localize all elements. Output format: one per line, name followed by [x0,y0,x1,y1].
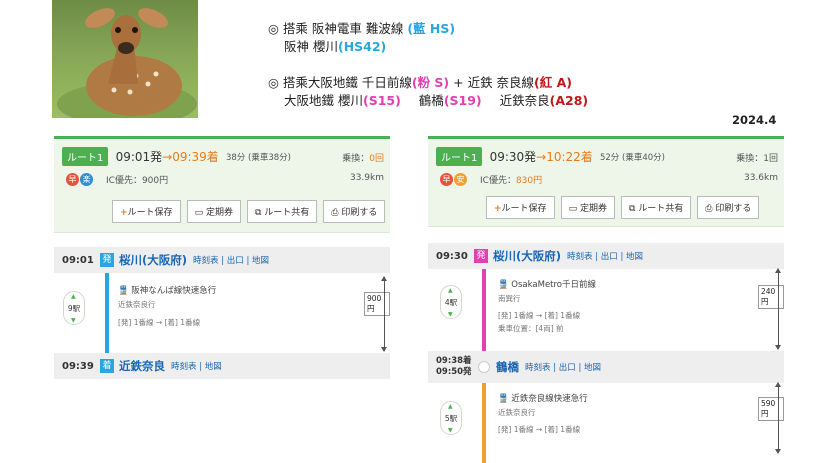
segment-fare: 590円 [758,397,784,421]
stops-count-toggle[interactable]: 4駅 [440,274,462,332]
print-button[interactable]: ⎙ 印刷する [323,200,386,223]
fare-range-marker [775,382,781,454]
station-links[interactable]: 時刻表 | 地図 [171,360,222,372]
station-start: 09:01 発 桜川(大阪府) 時刻表 | 出口 | 地図 [54,247,390,273]
station-time: 09:01 [62,254,94,266]
fare-text: IC優先：830円 [480,176,543,186]
note-line4-c: 近鉄奈良 [499,93,550,108]
fast-badge-icon: 早 [440,173,453,186]
note-line1-tag: (藍 HS) [407,21,456,36]
train-dest: 南巽行 [498,294,521,303]
transfer-point-icon [478,361,490,373]
depart-icon: 発 [474,249,488,263]
route-duration: 52分 (乗車40分) [599,152,665,163]
note-line2-tag: (HS42) [337,39,387,54]
note-line4-b: 鶴橋 [418,93,444,108]
line-segment-metro [482,269,486,351]
route-panel-left: ルート1 09:01発→09:39着 38分 (乗車38分) 乗換：0回 早楽 … [54,136,390,379]
fare-range-marker [775,268,781,350]
transfer-count: 乗換：0回 [342,154,384,164]
arrive-icon: 着 [100,359,114,373]
route-summary: ルート1 09:30発→10:22着 52分 (乗車40分) 乗換：1回 早安 … [428,139,784,227]
route-summary: ルート1 09:01発→09:39着 38分 (乗車38分) 乗換：0回 早楽 … [54,139,390,233]
stops-count-toggle[interactable]: 5駅 [440,390,462,448]
note-line3-tag: (粉 S) [411,75,450,90]
note-line4-c-tag: (A28) [549,93,589,108]
line-segment [105,273,109,353]
segment-fare: 240円 [758,285,784,309]
segment-fare: 900円 [364,292,390,316]
route-badges: 早安 [440,173,468,186]
train-line: 阪神なんば線快速急行 [131,286,217,296]
route-tag: ルート1 [62,147,109,166]
train-line: 近鉄奈良線快速急行 [511,394,588,404]
station-links[interactable]: 時刻表 | 出口 | 地図 [567,250,643,262]
route-badges: 早楽 [66,173,94,186]
deer-photo [52,0,198,118]
print-button[interactable]: ⎙ 印刷する [697,196,760,219]
fare-range-marker [381,276,387,352]
route-times: 09:30発→10:22着 [489,150,593,164]
platform-info: [発] 1番線 → [着] 1番線 [498,311,581,320]
station-end: 09:39 着 近鉄奈良 時刻表 | 地図 [54,353,390,379]
train-line: OsakaMetro千日前線 [511,280,597,290]
depart-icon: 発 [100,253,114,267]
share-route-button[interactable]: ⧉ ルート共有 [620,196,692,219]
segment-info: 🚆 阪神なんば線快速急行 近鉄奈良行 [発] 1番線 → [着] 1番線 [118,285,216,329]
transfer-count: 乗換：1回 [736,154,778,164]
segment-info: 🚆 OsakaMetro千日前線 南巽行 [発] 1番線 → [着] 1番線 乗… [498,279,596,335]
distance-text: 33.9km [349,173,384,183]
train-dest: 近鉄奈良行 [118,300,156,309]
note-line4-b-tag: (S19) [443,93,482,108]
station-time: 09:30 [436,250,468,262]
segment-info: 🚆 近鉄奈良線快速急行 近鉄奈良行 [発] 1番線 → [着] 1番線 [498,393,588,436]
note-line4-a-tag: (S15) [362,93,401,108]
line-segment-kintetsu [482,383,486,463]
fare-text: IC優先：900円 [106,176,169,186]
save-route-button[interactable]: +ルート保存 [486,196,555,219]
station-name-link[interactable]: 鶴橋 [496,359,519,375]
station-time: 09:39 [62,360,94,372]
note-line3-plus: + 近鉄 奈良線 [453,75,535,90]
route-actions: +ルート保存 ▭ 定期券 ⧉ ルート共有 ⎙ 印刷する [112,200,386,223]
station-times: 09:38着 09:50発 [436,356,472,377]
fast-badge-icon: 早 [66,173,79,186]
train-icon: 🚆 [498,394,509,404]
train-dest: 近鉄奈良行 [498,408,536,417]
platform-info: [発] 1番線 → [着] 1番線 [498,425,581,434]
commuter-pass-button[interactable]: ▭ 定期券 [186,200,241,223]
station-start: 09:30 発 桜川(大阪府) 時刻表 | 出口 | 地図 [428,243,784,269]
route-tag: ルート1 [436,147,483,166]
note-line2: 阪神 櫻川 [284,39,338,54]
note-line3: ◎ 搭乘大阪地鐵 千日前線 [268,75,412,90]
cheap-badge-icon: 安 [454,173,467,186]
route-panel-right: ルート1 09:30発→10:22着 52分 (乗車40分) 乗換：1回 早安 … [428,136,784,463]
commuter-pass-button[interactable]: ▭ 定期券 [560,196,615,219]
train-icon: 🚆 [118,286,129,296]
note-line4-a: 大阪地鐵 櫻川 [284,93,363,108]
save-route-button[interactable]: +ルート保存 [112,200,181,223]
year-label: 2024.4 [732,113,777,127]
station-links[interactable]: 時刻表 | 出口 | 地図 [193,254,269,266]
stops-count-toggle[interactable]: 9駅 [63,280,85,338]
station-name-link[interactable]: 桜川(大阪府) [493,248,561,264]
station-name-link[interactable]: 近鉄奈良 [119,358,165,374]
boarding-position: 乗車位置：[4両] 前 [498,324,564,333]
station-name-link[interactable]: 桜川(大阪府) [119,252,187,268]
route-duration: 38分 (乗車38分) [225,152,291,163]
distance-text: 33.6km [743,173,778,183]
easy-badge-icon: 楽 [80,173,93,186]
train-icon: 🚆 [498,280,509,290]
platform-info: [発] 1番線 → [着] 1番線 [118,318,201,327]
share-route-button[interactable]: ⧉ ルート共有 [246,200,318,223]
note-line3-tag2: (紅 A) [534,75,572,90]
note-line1: ◎ 搭乘 阪神電車 難波線 [268,21,404,36]
route-times: 09:01発→09:39着 [115,150,219,164]
station-links[interactable]: 時刻表 | 出口 | 地図 [525,361,601,373]
route-actions: +ルート保存 ▭ 定期券 ⧉ ルート共有 ⎙ 印刷する [486,196,776,219]
